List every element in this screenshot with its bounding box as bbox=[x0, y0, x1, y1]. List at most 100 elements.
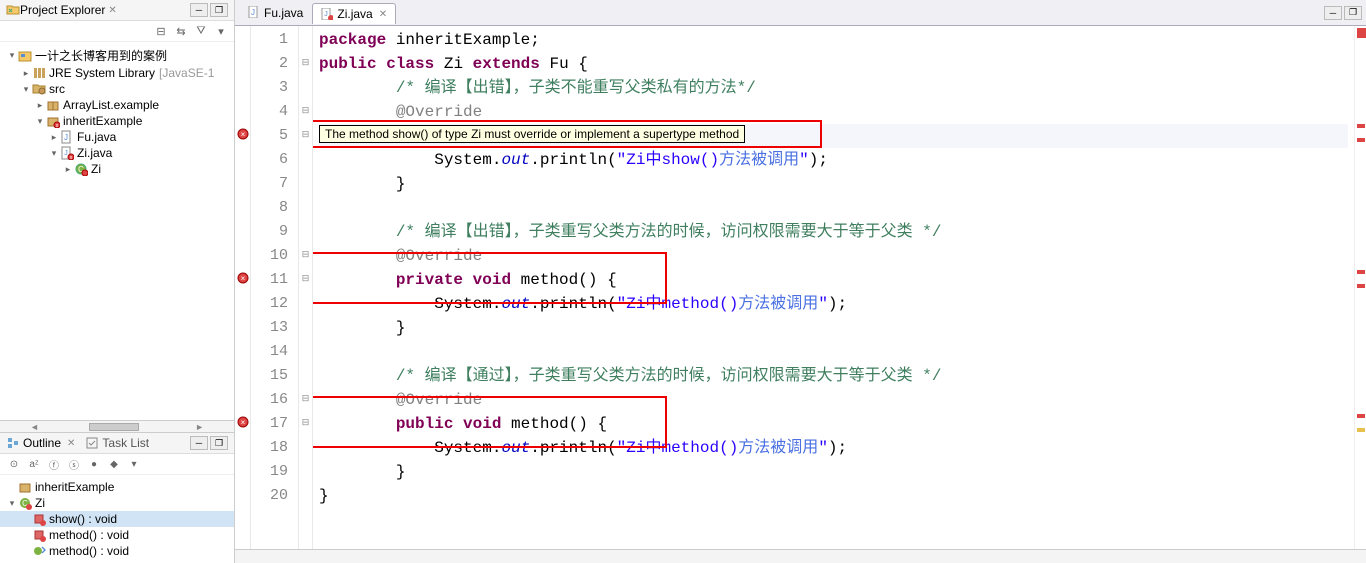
filter-icon[interactable]: ⛛ bbox=[194, 24, 208, 38]
hide-static-icon[interactable]: ⓢ bbox=[66, 456, 82, 472]
code-text: out bbox=[501, 439, 530, 457]
minimize-view-button[interactable]: ─ bbox=[190, 3, 208, 17]
code-editor[interactable]: package inheritExample; public class Zi … bbox=[313, 26, 1354, 549]
code-text: package bbox=[319, 31, 386, 49]
minimize-editor-button[interactable]: ─ bbox=[1324, 6, 1342, 20]
overview-marker[interactable] bbox=[1357, 138, 1365, 142]
java-file-error-icon: Jx bbox=[60, 146, 74, 160]
expander-icon[interactable]: ▸ bbox=[20, 68, 32, 79]
error-marker-icon[interactable]: × bbox=[235, 122, 250, 146]
outline-tab[interactable]: Outline ✕ bbox=[6, 436, 75, 450]
code-string: " bbox=[818, 295, 828, 313]
expander-icon[interactable]: ▾ bbox=[6, 498, 18, 509]
overview-marker[interactable] bbox=[1357, 414, 1365, 418]
tree-pkg-inherit[interactable]: ▾ x inheritExample bbox=[0, 113, 234, 129]
maximize-editor-button[interactable]: ❐ bbox=[1344, 6, 1362, 20]
maximize-view-button[interactable]: ❐ bbox=[210, 436, 228, 450]
expander-icon[interactable]: ▾ bbox=[6, 50, 18, 61]
expander-icon[interactable]: ▸ bbox=[34, 100, 46, 111]
expander-icon[interactable]: ▾ bbox=[34, 116, 46, 127]
tree-class-zi[interactable]: ▸ C Zi bbox=[0, 161, 234, 177]
close-tab-icon[interactable]: ✕ bbox=[379, 9, 387, 20]
outline-method-1[interactable]: method() : void bbox=[0, 527, 234, 543]
expander-icon[interactable]: ▸ bbox=[62, 164, 74, 175]
tree-label: src bbox=[49, 82, 65, 96]
code-text: method() { bbox=[501, 415, 607, 433]
overview-ruler[interactable] bbox=[1354, 26, 1366, 549]
focus-icon[interactable]: ⊙ bbox=[6, 456, 22, 472]
code-text: class bbox=[386, 55, 434, 73]
svg-text:×: × bbox=[240, 418, 245, 427]
package-error-icon: x bbox=[46, 114, 60, 128]
outline-pkg[interactable]: inheritExample bbox=[0, 479, 234, 495]
tree-label-suffix: [JavaSE-1 bbox=[159, 66, 214, 80]
code-text: ); bbox=[828, 439, 847, 457]
maximize-view-button[interactable]: ❐ bbox=[210, 3, 228, 17]
tab-label: Fu.java bbox=[264, 6, 303, 20]
overview-marker[interactable] bbox=[1357, 284, 1365, 288]
explorer-hscroll[interactable]: ◄ ► bbox=[0, 420, 234, 432]
editor-hscroll[interactable] bbox=[235, 549, 1366, 563]
outline-tree[interactable]: inheritExample ▾ C Zi show() : void meth… bbox=[0, 475, 234, 563]
tree-file-zi[interactable]: ▾ Jx Zi.java bbox=[0, 145, 234, 161]
overview-marker[interactable] bbox=[1357, 428, 1365, 432]
method-private-error-icon bbox=[32, 528, 46, 542]
line-number-gutter[interactable]: 1234 5678 9101112 13141516 17181920 bbox=[251, 26, 299, 549]
outline-method-2[interactable]: method() : void bbox=[0, 543, 234, 559]
outline-icon bbox=[6, 436, 20, 450]
outline-label: show() : void bbox=[49, 512, 117, 526]
overview-marker[interactable] bbox=[1357, 270, 1365, 274]
error-marker-icon[interactable]: × bbox=[235, 410, 250, 434]
outline-title: Outline bbox=[23, 436, 61, 450]
outline-class[interactable]: ▾ C Zi bbox=[0, 495, 234, 511]
close-icon[interactable]: ✕ bbox=[108, 5, 116, 16]
code-text: System. bbox=[319, 295, 501, 313]
expander-icon[interactable]: ▾ bbox=[48, 148, 60, 159]
close-icon[interactable]: ✕ bbox=[67, 438, 75, 449]
code-text: out bbox=[501, 295, 530, 313]
code-text: System. bbox=[319, 151, 501, 169]
java-file-icon: J bbox=[60, 130, 74, 144]
project-tree[interactable]: ▾ 一计之长博客用到的案例 ▸ JRE System Library [Java… bbox=[0, 42, 234, 420]
fold-gutter[interactable]: ⊟⊟ ⊟ ⊟⊟ ⊟ ⊟ bbox=[299, 26, 313, 549]
scroll-thumb[interactable] bbox=[89, 423, 139, 431]
expander-icon[interactable]: ▸ bbox=[48, 132, 60, 143]
tree-label: Zi bbox=[91, 162, 101, 176]
library-icon bbox=[32, 66, 46, 80]
tree-pkg-arraylist[interactable]: ▸ ArrayList.example bbox=[0, 97, 234, 113]
error-tooltip: The method show() of type Zi must overri… bbox=[319, 125, 745, 143]
link-editor-icon[interactable]: ⇆ bbox=[174, 24, 188, 38]
tree-label: JRE System Library bbox=[49, 66, 155, 80]
code-text: } bbox=[319, 487, 329, 505]
minimize-view-button[interactable]: ─ bbox=[190, 436, 208, 450]
code-text: inheritExample; bbox=[386, 31, 540, 49]
overview-error-indicator[interactable] bbox=[1357, 28, 1366, 38]
annotation-gutter[interactable]: × × × bbox=[235, 26, 251, 549]
tab-zi[interactable]: J Zi.java ✕ bbox=[312, 3, 396, 24]
sort-alpha-icon[interactable]: aᶻ bbox=[26, 456, 42, 472]
code-area: × × × 1234 5678 9101112 13141516 1718192… bbox=[235, 26, 1366, 549]
expander-icon[interactable]: ▾ bbox=[20, 84, 32, 95]
tree-file-fu[interactable]: ▸ J Fu.java bbox=[0, 129, 234, 145]
tasklist-tab[interactable]: Task List bbox=[85, 436, 149, 450]
outline-method-show[interactable]: show() : void bbox=[0, 511, 234, 527]
outline-panel: Outline ✕ Task List ─ ❐ ⊙ aᶻ ⓕ ⓢ ● bbox=[0, 432, 234, 563]
tree-project[interactable]: ▾ 一计之长博客用到的案例 bbox=[0, 46, 234, 65]
tab-fu[interactable]: J Fu.java bbox=[239, 2, 312, 24]
code-comment: /* 编译【通过】，子类重写父类方法的时候，访问权限需要大于等于父类 */ bbox=[396, 367, 942, 385]
hide-local-icon[interactable]: ◆ bbox=[106, 456, 122, 472]
view-menu-icon[interactable]: ▾ bbox=[126, 456, 142, 472]
method-public-override-icon bbox=[32, 544, 46, 558]
collapse-all-icon[interactable]: ⊟ bbox=[154, 24, 168, 38]
class-error-icon: C bbox=[18, 496, 32, 510]
tree-jre[interactable]: ▸ JRE System Library [JavaSE-1 bbox=[0, 65, 234, 81]
code-text: .println( bbox=[530, 295, 616, 313]
hide-fields-icon[interactable]: ⓕ bbox=[46, 456, 62, 472]
view-menu-icon[interactable]: ▾ bbox=[214, 24, 228, 38]
hide-nonpublic-icon[interactable]: ● bbox=[86, 456, 102, 472]
tree-label: 一计之长博客用到的案例 bbox=[35, 47, 167, 64]
overview-marker[interactable] bbox=[1357, 124, 1365, 128]
tasklist-title: Task List bbox=[102, 436, 149, 450]
error-marker-icon[interactable]: × bbox=[235, 266, 250, 290]
tree-src[interactable]: ▾ src bbox=[0, 81, 234, 97]
